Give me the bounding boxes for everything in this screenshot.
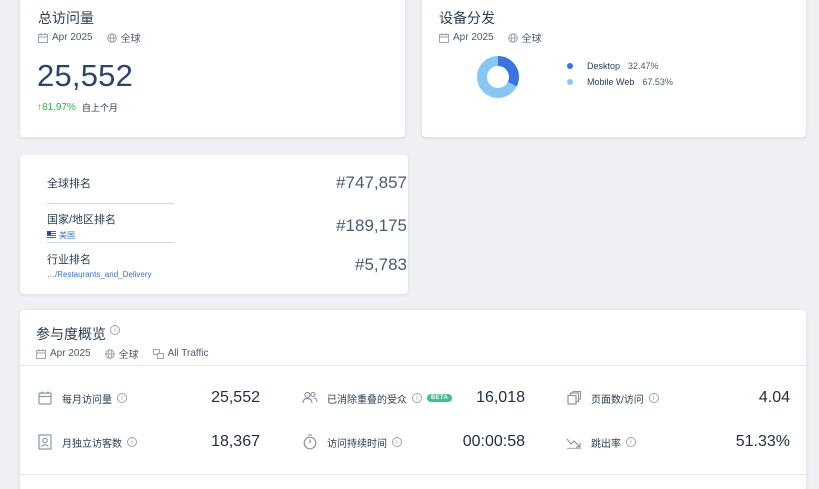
divider — [47, 242, 174, 243]
date-label: Apr 2025 — [453, 32, 494, 43]
growth-label: 自上个月 — [81, 103, 118, 113]
id-badge-icon — [36, 433, 54, 451]
dedup-audience-value: 16,018 — [476, 389, 525, 406]
us-flag-icon — [47, 231, 56, 240]
engagement-title-text: 参与度概览 — [36, 326, 106, 342]
duration-label: 访问持续时间 — [327, 438, 387, 450]
pages-label: 页面数/访问 — [591, 394, 644, 406]
divider — [47, 203, 174, 204]
calendar-icon — [36, 389, 54, 407]
bounce-label: 跳出率 — [591, 438, 621, 450]
legend-percent: 32.47% — [628, 61, 659, 71]
global-rank-row: 全球排名 #747,857 — [47, 173, 407, 193]
calendar-icon — [38, 32, 48, 43]
info-icon[interactable]: i — [412, 393, 422, 403]
engagement-title: 参与度概览 i — [36, 324, 209, 344]
info-icon[interactable]: i — [626, 437, 636, 447]
globe-icon — [507, 32, 518, 43]
legend-dot-mobile-web — [567, 79, 573, 85]
industry-rank-row[interactable]: 行业排名 …/Restaurants_and_Delivery #5,783 — [47, 251, 407, 279]
monthly-visits-value: 25,552 — [211, 389, 260, 406]
country-rank-value: #189,175 — [336, 216, 407, 235]
traffic-source-icon — [152, 348, 164, 359]
unique-label: 月独立访客数 — [62, 438, 122, 450]
legend-item-mobile-web: Mobile Web 67.53% — [567, 77, 673, 87]
monthly-visits-label: 每月访问量 — [62, 394, 112, 406]
stopwatch-icon — [301, 433, 319, 451]
country-link[interactable]: 美国 — [47, 230, 116, 241]
engagement-divider — [20, 365, 806, 366]
total-visits-value: 25,552 — [37, 58, 134, 93]
country-rank-row[interactable]: 国家/地区排名 美国 #189,175 — [47, 211, 407, 241]
info-icon[interactable]: i — [392, 437, 402, 447]
traffic-label: All Traffic — [167, 348, 209, 359]
device-legend: Desktop 32.47% Mobile Web 67.53% — [567, 61, 673, 93]
pages-icon — [565, 389, 583, 407]
legend-item-desktop: Desktop 32.47% — [567, 61, 673, 71]
globe-icon — [104, 348, 115, 359]
date-label: Apr 2025 — [50, 348, 91, 359]
country-name: 美国 — [59, 231, 75, 240]
device-donut-chart — [477, 56, 519, 98]
region-label: 全球 — [120, 34, 141, 45]
info-icon[interactable]: i — [110, 325, 120, 335]
dedup-audience-metric: 已消除重叠的受众 i BETA — [301, 389, 453, 407]
global-rank-value: #747,857 — [336, 173, 407, 192]
legend-label: Desktop — [587, 61, 621, 71]
calendar-icon — [439, 32, 449, 43]
date-label: Apr 2025 — [52, 32, 93, 43]
device-distribution-card: 设备分发 Apr 2025 全球 Desktop 32.47% Mobile W… — [422, 0, 806, 137]
engagement-card: 参与度概览 i Apr 2025 全球 All Traffic 每月访问量 i 2… — [20, 310, 806, 489]
users-icon — [301, 389, 319, 407]
unique-visitors-value: 18,367 — [211, 433, 260, 450]
growth-percent: 81.97% — [42, 102, 76, 113]
info-icon[interactable]: i — [117, 393, 127, 403]
bounce-rate-value: 51.33% — [735, 433, 790, 450]
total-visits-title: 总访问量 — [38, 10, 94, 26]
info-icon[interactable]: i — [127, 437, 137, 447]
country-rank-label: 国家/地区排名 — [47, 214, 117, 226]
pages-per-visit-value: 4.04 — [758, 389, 790, 406]
legend-label: Mobile Web — [587, 77, 635, 87]
legend-dot-desktop — [567, 63, 573, 69]
visit-duration-value: 00:00:58 — [462, 433, 525, 450]
pages-per-visit-metric: 页面数/访问 i — [565, 389, 659, 407]
device-meta: Apr 2025 全球 — [439, 30, 542, 45]
globe-icon — [106, 32, 117, 43]
legend-percent: 67.53% — [642, 77, 673, 87]
visits-growth: ↑81.97% 自上个月 — [37, 101, 118, 114]
dedup-label: 已消除重叠的受众 — [327, 394, 407, 406]
growth-value: ↑81.97% — [37, 102, 76, 113]
unique-visitors-metric: 月独立访客数 i — [36, 433, 137, 451]
visit-duration-metric: 访问持续时间 i — [301, 433, 402, 451]
engagement-meta: Apr 2025 全球 All Traffic — [36, 346, 209, 361]
device-title: 设备分发 — [439, 10, 495, 26]
region-label: 全球 — [521, 34, 542, 45]
industry-rank-label: 行业排名 — [47, 254, 91, 266]
total-visits-meta: Apr 2025 全球 — [38, 30, 141, 45]
monthly-visits-metric: 每月访问量 i — [36, 389, 127, 407]
rankings-card: 全球排名 #747,857 国家/地区排名 美国 #189,175 行业排名 …… — [20, 155, 408, 294]
global-rank-label: 全球排名 — [47, 178, 91, 190]
engagement-bottom-divider — [20, 474, 806, 475]
total-visits-card: 总访问量 Apr 2025 全球 25,552 ↑81.97% 自上个月 — [20, 0, 405, 137]
bounce-rate-metric: 跳出率 i — [565, 433, 636, 451]
industry-link[interactable]: …/Restaurants_and_Delivery — [47, 270, 152, 279]
region-label: 全球 — [118, 350, 139, 361]
calendar-icon — [36, 348, 46, 359]
info-icon[interactable]: i — [648, 393, 659, 403]
industry-rank-value: #5,783 — [355, 255, 407, 274]
bounce-arrow-icon — [565, 433, 583, 451]
